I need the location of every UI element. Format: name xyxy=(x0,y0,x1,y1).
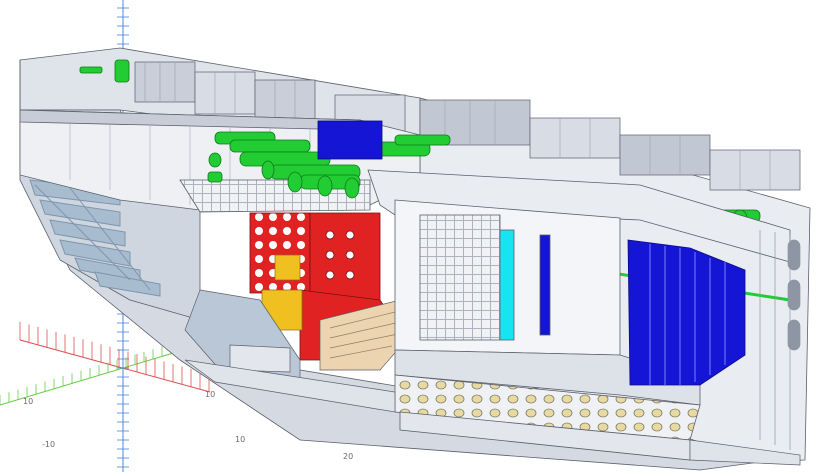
cyan-stiffener[interactable] xyxy=(499,229,515,341)
cad-3d-viewport[interactable]: 10 10 -10 10 20 xyxy=(0,0,830,472)
y-axis-ruler xyxy=(0,344,201,406)
axis-label-10-left: 10 xyxy=(23,397,33,406)
axis-label-10-upper: 10 xyxy=(205,390,215,399)
corrugated-bulkhead[interactable] xyxy=(419,214,501,341)
axis-label-10-lower: 10 xyxy=(235,435,245,444)
vent-pipe[interactable] xyxy=(114,59,130,83)
blue-tank-block-upper[interactable] xyxy=(317,120,383,160)
ship-hull-3d-model[interactable]: 10 10 -10 10 20 xyxy=(0,0,830,472)
axis-label-neg10: -10 xyxy=(42,440,55,449)
axis-label-20: 20 xyxy=(343,452,353,461)
